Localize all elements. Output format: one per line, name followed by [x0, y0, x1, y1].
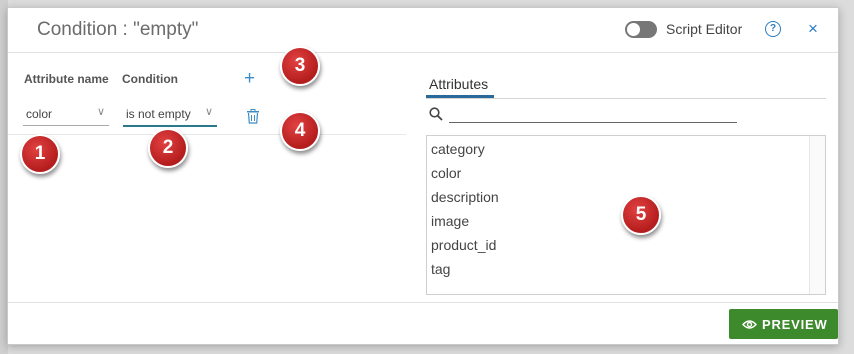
add-condition-button[interactable]: +: [244, 68, 255, 90]
close-icon[interactable]: ×: [808, 19, 818, 39]
script-editor-label: Script Editor: [666, 21, 743, 37]
preview-button[interactable]: PREVIEW: [729, 309, 838, 339]
annotation-marker-3: 3: [280, 46, 320, 86]
annotation-marker-1: 1: [20, 134, 60, 174]
row-divider: [8, 134, 406, 135]
annotation-marker-4: 4: [280, 111, 320, 151]
chevron-down-icon: ∨: [204, 106, 213, 118]
annotation-marker-5: 5: [621, 195, 661, 235]
script-editor-toggle[interactable]: [625, 21, 657, 38]
footer-divider: [8, 302, 838, 303]
preview-label: PREVIEW: [762, 317, 828, 332]
dialog-header: Condition : "empty" Script Editor ? ×: [8, 8, 838, 53]
condition-dialog: Condition : "empty" Script Editor ? × At…: [7, 7, 839, 345]
annotation-marker-2: 2: [148, 128, 188, 168]
list-scrollbar[interactable]: [809, 136, 825, 294]
eye-icon: [742, 318, 757, 333]
delete-condition-icon[interactable]: [246, 109, 260, 129]
tab-divider: [426, 98, 826, 99]
list-item[interactable]: tag: [431, 261, 450, 277]
list-item[interactable]: image: [431, 213, 469, 229]
search-icon: [429, 107, 443, 126]
chevron-down-icon: ∨: [96, 106, 105, 118]
condition-header: Condition: [122, 72, 178, 86]
list-item[interactable]: color: [431, 165, 461, 181]
dialog-title: Condition : "empty": [37, 19, 199, 40]
tab-attributes[interactable]: Attributes: [429, 76, 488, 92]
list-item[interactable]: category: [431, 141, 485, 157]
list-item[interactable]: product_id: [431, 237, 496, 253]
attribute-select-value: color: [26, 107, 53, 121]
list-item[interactable]: description: [431, 189, 499, 205]
attribute-search-input[interactable]: [449, 106, 737, 123]
condition-select[interactable]: is not empty ∨: [123, 105, 217, 127]
toggle-knob: [627, 23, 640, 36]
help-icon[interactable]: ?: [765, 21, 781, 37]
attribute-select[interactable]: color ∨: [23, 105, 109, 126]
condition-select-value: is not empty: [126, 107, 191, 121]
attribute-name-header: Attribute name: [24, 72, 109, 86]
